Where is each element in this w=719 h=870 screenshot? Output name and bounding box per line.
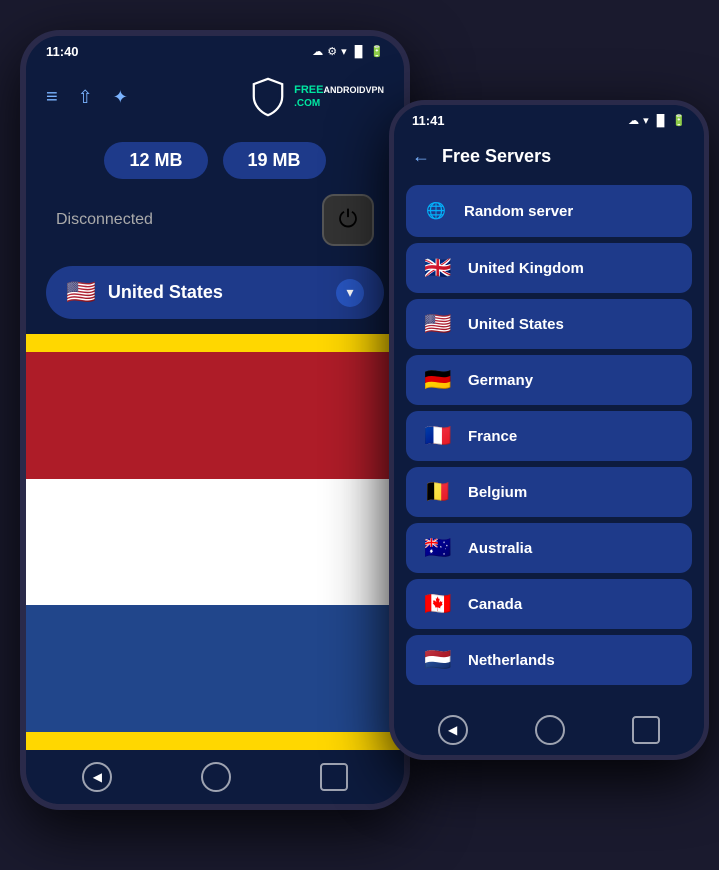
flag-border-top (26, 334, 404, 352)
server-flag-5: 🇧🇪 (422, 479, 454, 505)
time-1: 11:40 (46, 44, 79, 59)
globe-icon: 🌐 (422, 197, 450, 225)
download-stat: 12 MB (104, 142, 207, 179)
bottom-nav-1: ◀ (26, 750, 404, 804)
server-item-3[interactable]: 🇩🇪 Germany (406, 355, 692, 405)
power-button[interactable]: ⏻ (322, 194, 374, 246)
battery-icon-2: 🔋 (672, 114, 686, 127)
cloud-icon-2: ☁ (628, 114, 639, 127)
country-selector[interactable]: 🇺🇸 United States ▾ (46, 266, 384, 319)
brand-text: FREEANDROIDVPN .COM (294, 84, 384, 109)
server-flag-3: 🇩🇪 (422, 367, 454, 393)
flag-stripe-red (26, 352, 404, 479)
back-icon-2: ◀ (448, 723, 457, 737)
brand-logo: FREEANDROIDVPN .COM (248, 77, 384, 117)
server-name-1: United Kingdom (468, 260, 584, 277)
phone2: 11:41 ☁ ▾ ▐▌ 🔋 ← Free Servers 🌐 Random se… (389, 100, 709, 760)
selected-country-name: United States (108, 282, 324, 303)
bottom-nav-2: ◀ (394, 705, 704, 755)
status-icons-2: ☁ ▾ ▐▌ 🔋 (628, 114, 686, 127)
chevron-down-icon: ▾ (336, 279, 364, 307)
server-flag-7: 🇨🇦 (422, 591, 454, 617)
data-stats: 12 MB 19 MB (26, 127, 404, 189)
signal-icon-2: ▐▌ (653, 115, 669, 127)
back-arrow[interactable]: ← (412, 146, 430, 167)
server-flag-4: 🇫🇷 (422, 423, 454, 449)
server-title: Free Servers (442, 146, 551, 167)
server-name-8: Netherlands (468, 652, 555, 669)
server-list: 🌐 Random server 🇬🇧 United Kingdom 🇺🇸 United S… (394, 177, 704, 705)
flag-border-bottom (26, 732, 404, 750)
flag-display (26, 352, 404, 732)
server-name-5: Belgium (468, 484, 527, 501)
brand-domain: .COM (294, 98, 384, 110)
server-item-7[interactable]: 🇨🇦 Canada (406, 579, 692, 629)
share-icon[interactable]: ⇧ (78, 87, 93, 108)
flag-stripe-white (26, 479, 404, 606)
brand-free: FREE (294, 84, 323, 96)
server-name-3: Germany (468, 372, 533, 389)
server-flag-2: 🇺🇸 (422, 311, 454, 337)
battery-icon: 🔋 (370, 45, 384, 58)
server-flag-1: 🇬🇧 (422, 255, 454, 281)
connection-status: Disconnected (56, 211, 153, 229)
time-2: 11:41 (412, 113, 445, 128)
status-bar-1: 11:40 ☁ ⚙ ▾ ▐▌ 🔋 (26, 36, 404, 67)
back-button-1[interactable]: ◀ (82, 762, 112, 792)
menu-icon[interactable]: ≡ (46, 86, 58, 109)
server-name-7: Canada (468, 596, 522, 613)
brand-androidvpn: ANDROIDVPN (323, 85, 384, 95)
upload-stat: 19 MB (223, 142, 326, 179)
home-button-1[interactable] (201, 762, 231, 792)
cloud-icon: ☁ (312, 45, 323, 58)
server-item-1[interactable]: 🇬🇧 United Kingdom (406, 243, 692, 293)
wifi-icon-2: ▾ (643, 114, 649, 127)
selected-flag: 🇺🇸 (66, 278, 96, 307)
recent-button-2[interactable] (632, 716, 660, 744)
home-button-2[interactable] (535, 715, 565, 745)
server-flag-6: 🇦🇺 (422, 535, 454, 561)
wifi-icon: ▾ (341, 45, 347, 58)
status-icons-1: ☁ ⚙ ▾ ▐▌ 🔋 (312, 45, 384, 58)
favorites-icon[interactable]: ✦ (113, 87, 128, 108)
server-header: ← Free Servers (394, 136, 704, 177)
server-item-4[interactable]: 🇫🇷 France (406, 411, 692, 461)
server-item-8[interactable]: 🇳🇱 Netherlands (406, 635, 692, 685)
server-item-0[interactable]: 🌐 Random server (406, 185, 692, 237)
recent-button-1[interactable] (320, 763, 348, 791)
shield-svg (248, 77, 288, 117)
phone1: 11:40 ☁ ⚙ ▾ ▐▌ 🔋 ≡ ⇧ ✦ FR (20, 30, 410, 810)
gear-icon: ⚙ (327, 45, 337, 58)
flag-stripe-blue (26, 605, 404, 732)
server-item-6[interactable]: 🇦🇺 Australia (406, 523, 692, 573)
server-item-2[interactable]: 🇺🇸 United States (406, 299, 692, 349)
top-nav-1: ≡ ⇧ ✦ FREEANDROIDVPN .COM (26, 67, 404, 127)
server-item-5[interactable]: 🇧🇪 Belgium (406, 467, 692, 517)
server-flag-8: 🇳🇱 (422, 647, 454, 673)
back-button-2[interactable]: ◀ (438, 715, 468, 745)
signal-icon: ▐▌ (351, 46, 367, 58)
server-name-4: France (468, 428, 517, 445)
back-icon-1: ◀ (93, 770, 102, 784)
server-name-2: United States (468, 316, 564, 333)
server-name-0: Random server (464, 203, 573, 220)
nav-icons-left: ≡ ⇧ ✦ (46, 86, 128, 109)
server-name-6: Australia (468, 540, 532, 557)
connection-row: Disconnected ⏻ (26, 189, 404, 261)
status-bar-2: 11:41 ☁ ▾ ▐▌ 🔋 (394, 105, 704, 136)
